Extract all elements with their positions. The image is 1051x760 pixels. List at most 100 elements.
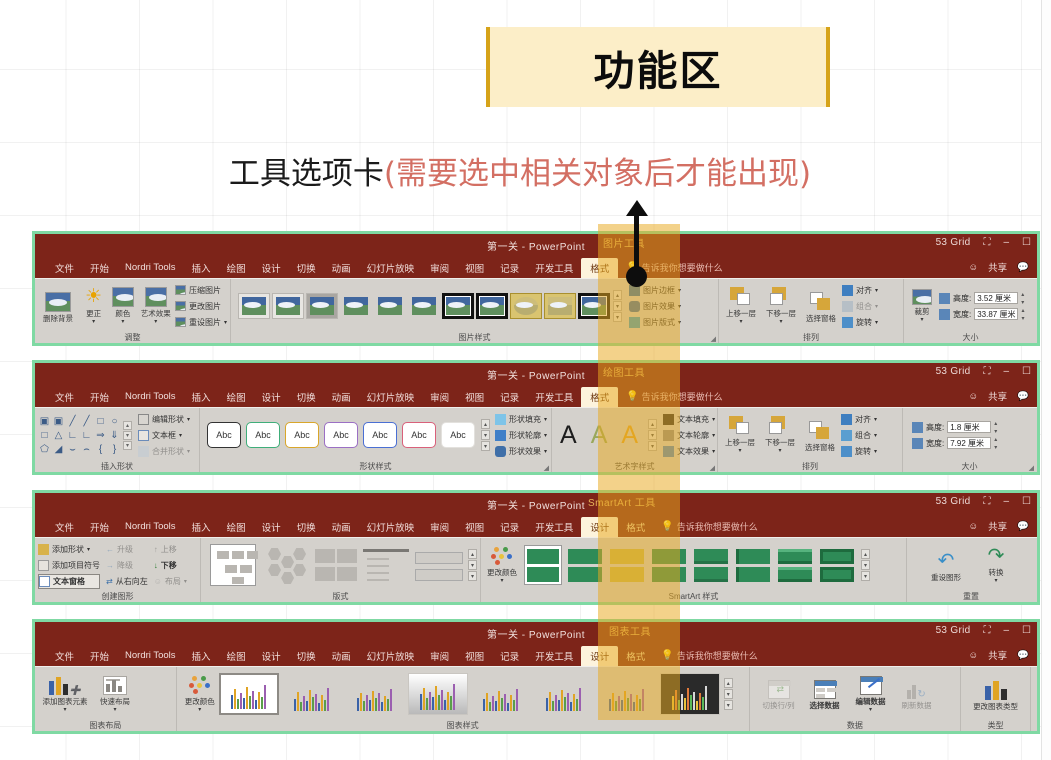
- tab-draw[interactable]: 绘图: [219, 259, 254, 277]
- tab-transitions[interactable]: 切换: [289, 388, 324, 406]
- tab-slideshow[interactable]: 幻灯片放映: [359, 388, 423, 406]
- restore-icon[interactable]: ☐: [1022, 366, 1031, 377]
- tab-file[interactable]: 文件: [47, 259, 82, 277]
- scroll-up-icon[interactable]: ▴: [613, 290, 622, 300]
- tab-developer[interactable]: 开发工具: [527, 518, 581, 536]
- ribbon-display-options-icon[interactable]: ⛶: [983, 237, 990, 248]
- tab-developer[interactable]: 开发工具: [527, 259, 581, 277]
- shape-icon[interactable]: ⇒: [94, 429, 107, 442]
- shape-style-thumb[interactable]: Abc: [285, 422, 319, 448]
- tab-design[interactable]: 设计: [254, 259, 289, 277]
- share-person-icon[interactable]: ☺: [968, 391, 978, 402]
- shapes-more-icon[interactable]: ▾: [123, 440, 132, 450]
- tab-design[interactable]: 设计: [254, 388, 289, 406]
- chevron-down-icon[interactable]: ▾: [544, 448, 547, 455]
- change-colors-button[interactable]: 更改颜色 ▾: [184, 673, 216, 715]
- artistic-effects-button[interactable]: 艺术效果 ▾: [138, 285, 173, 327]
- send-backward-button[interactable]: 下移一层 ▾: [762, 285, 800, 327]
- shape-icon[interactable]: ∟: [80, 429, 93, 442]
- minimize-icon[interactable]: –: [1003, 237, 1009, 248]
- scroll-up-icon[interactable]: ▴: [648, 419, 658, 429]
- picture-style-thumb[interactable]: [374, 293, 406, 319]
- share-person-icon[interactable]: ☺: [968, 650, 978, 661]
- picture-style-thumb[interactable]: [306, 293, 338, 319]
- tell-me-box[interactable]: 💡 告诉我你想要做什么: [626, 390, 722, 403]
- tab-insert[interactable]: 插入: [184, 647, 219, 665]
- shape-icon[interactable]: ∟: [66, 429, 79, 442]
- picture-style-thumb[interactable]: [544, 293, 576, 319]
- add-shape-button[interactable]: 添加形状 ▾: [38, 542, 100, 557]
- shape-icon[interactable]: ▣: [38, 415, 51, 428]
- chevron-down-icon[interactable]: ▾: [87, 546, 90, 553]
- smartart-style-thumb[interactable]: [734, 545, 772, 585]
- gallery-more-icon[interactable]: ▾: [481, 441, 490, 451]
- tab-insert[interactable]: 插入: [184, 388, 219, 406]
- ribbon-display-options-icon[interactable]: ⛶: [983, 496, 990, 507]
- scroll-up-icon[interactable]: ▴: [723, 678, 733, 688]
- shape-icon[interactable]: ▣: [52, 415, 65, 428]
- layout-thumb[interactable]: [313, 544, 357, 586]
- group-button[interactable]: 组合 ▾: [841, 428, 877, 443]
- tab-slideshow[interactable]: 幻灯片放映: [359, 518, 423, 536]
- compress-pictures-button[interactable]: 压缩图片: [174, 283, 227, 298]
- tab-review[interactable]: 审阅: [422, 518, 457, 536]
- move-up-button[interactable]: ↑ 上移: [154, 542, 187, 557]
- tab-format[interactable]: 格式: [581, 386, 619, 407]
- change-colors-button[interactable]: 更改颜色 ▾: [484, 544, 520, 586]
- tab-home[interactable]: 开始: [82, 647, 117, 665]
- picture-style-thumb[interactable]: [272, 293, 304, 319]
- tab-record[interactable]: 记录: [492, 388, 527, 406]
- gallery-scroll[interactable]: ▴ ▾ ▾: [613, 290, 622, 322]
- tab-animations[interactable]: 动画: [324, 647, 359, 665]
- scroll-down-icon[interactable]: ▾: [468, 560, 477, 570]
- share-label[interactable]: 共享: [988, 648, 1007, 662]
- scroll-up-icon[interactable]: ▴: [123, 420, 132, 430]
- scroll-up-icon[interactable]: ▴: [861, 549, 870, 559]
- chevron-down-icon[interactable]: ▾: [224, 319, 227, 326]
- chevron-down-icon[interactable]: ▾: [63, 706, 66, 715]
- change-picture-button[interactable]: 更改图片: [174, 299, 227, 314]
- picture-style-thumb[interactable]: [442, 293, 474, 319]
- tab-file[interactable]: 文件: [47, 518, 82, 536]
- chevron-down-icon[interactable]: ▾: [779, 318, 782, 327]
- chevron-down-icon[interactable]: ▾: [874, 432, 877, 439]
- tab-format-contextual[interactable]: 格式: [618, 647, 653, 665]
- color-button[interactable]: 颜色 ▾: [109, 285, 136, 327]
- smartart-style-thumb[interactable]: [608, 545, 646, 585]
- scroll-up-icon[interactable]: ▴: [481, 419, 490, 429]
- smartart-style-thumb[interactable]: [524, 545, 562, 585]
- tab-view[interactable]: 视图: [457, 259, 492, 277]
- height-stepper[interactable]: ▴ ▾: [994, 420, 997, 435]
- gallery-more-icon[interactable]: ▾: [648, 441, 658, 451]
- gallery-scroll[interactable]: ▴ ▾ ▾: [468, 549, 477, 581]
- layout-thumb[interactable]: [361, 544, 410, 586]
- chevron-down-icon[interactable]: ▾: [712, 448, 715, 455]
- gallery-more-icon[interactable]: ▾: [723, 700, 733, 710]
- gallery-more-icon[interactable]: ▾: [468, 571, 477, 581]
- minimize-icon[interactable]: –: [1003, 496, 1009, 507]
- demote-button[interactable]: → 降级: [106, 558, 148, 573]
- dialog-launcher-icon[interactable]: ◢: [1029, 464, 1034, 472]
- tell-me-box[interactable]: 💡 告诉我你想要做什么: [661, 520, 757, 533]
- shape-icon[interactable]: {: [94, 443, 107, 456]
- shape-style-thumb[interactable]: Abc: [402, 422, 436, 448]
- shape-effects-button[interactable]: 形状效果 ▾: [495, 444, 547, 459]
- quick-layout-button[interactable]: 快速布局 ▾: [92, 674, 138, 715]
- tab-record[interactable]: 记录: [492, 259, 527, 277]
- scroll-down-icon[interactable]: ▾: [481, 430, 490, 440]
- chevron-down-icon[interactable]: ▾: [869, 706, 872, 715]
- move-down-button[interactable]: ↓ 下移: [154, 558, 187, 573]
- chevron-down-icon[interactable]: ▾: [179, 432, 182, 439]
- tab-draw[interactable]: 绘图: [219, 518, 254, 536]
- shape-style-thumb[interactable]: Abc: [207, 422, 241, 448]
- shape-style-thumb[interactable]: Abc: [441, 422, 475, 448]
- scroll-down-icon[interactable]: ▾: [123, 430, 132, 440]
- chevron-down-icon[interactable]: ▾: [678, 303, 681, 310]
- picture-style-thumb[interactable]: [476, 293, 508, 319]
- comments-icon[interactable]: 💬: [1017, 521, 1029, 532]
- scroll-down-icon[interactable]: ▾: [613, 301, 622, 311]
- tab-file[interactable]: 文件: [47, 388, 82, 406]
- refresh-data-button[interactable]: ↻ 刷新数据: [895, 678, 939, 710]
- chevron-down-icon[interactable]: ▾: [187, 416, 190, 423]
- scroll-down-icon[interactable]: ▾: [861, 560, 870, 570]
